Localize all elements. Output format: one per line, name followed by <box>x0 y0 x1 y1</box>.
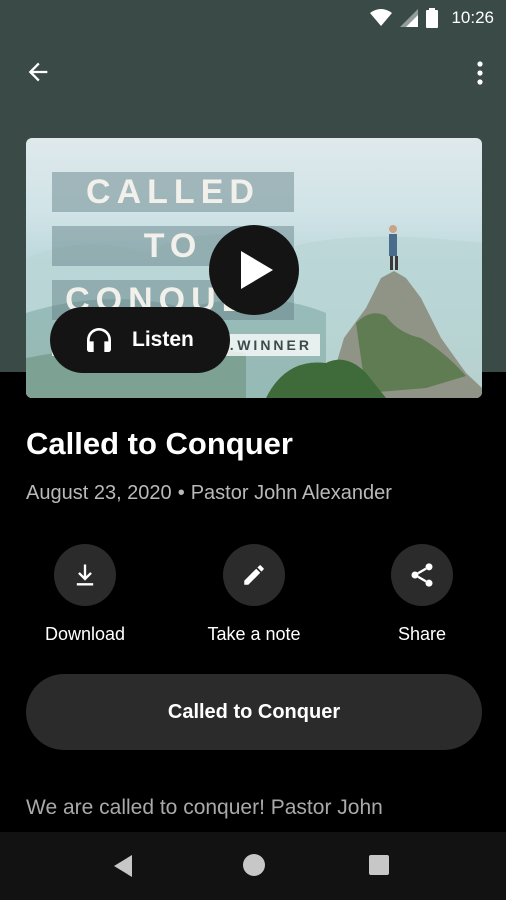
share-button[interactable] <box>391 544 453 606</box>
status-bar: 10:26 <box>0 0 506 36</box>
series-button[interactable]: Called to Conquer <box>26 674 482 750</box>
app-bar <box>0 44 506 100</box>
sermon-speaker[interactable]: Pastor John Alexander <box>191 482 392 504</box>
play-button[interactable] <box>209 225 299 315</box>
share-action[interactable]: Share <box>357 544 487 645</box>
sermon-description: We are called to conquer! Pastor John <box>26 796 383 819</box>
sermon-title: Called to Conquer <box>26 426 293 461</box>
download-action[interactable]: Download <box>20 544 150 645</box>
artwork-line-1: CALLED <box>52 172 294 212</box>
play-icon <box>241 251 273 289</box>
nav-recents-icon[interactable] <box>369 855 389 875</box>
share-label: Share <box>397 624 447 644</box>
take-note-button[interactable] <box>223 544 285 606</box>
nav-home-icon[interactable] <box>243 854 265 876</box>
arrow-back-icon <box>28 62 48 82</box>
pencil-icon <box>244 565 264 585</box>
listen-label: Listen <box>132 328 194 351</box>
signal-icon <box>400 9 418 27</box>
share-icon <box>411 563 433 587</box>
listen-button[interactable]: Listen <box>50 307 230 373</box>
status-icons <box>370 8 438 28</box>
sermon-meta: August 23, 2020 • Pastor John Alexander <box>26 482 392 505</box>
battery-icon <box>426 8 438 28</box>
system-nav-bar <box>0 832 506 900</box>
status-time: 10:26 <box>451 8 494 27</box>
more-vert-icon <box>477 61 483 85</box>
download-label: Download <box>44 624 126 644</box>
download-button[interactable] <box>54 544 116 606</box>
sermon-date: August 23, 2020 <box>26 482 172 504</box>
overflow-menu-button[interactable] <box>474 58 486 90</box>
take-note-action[interactable]: Take a note <box>189 544 319 645</box>
nav-back-icon[interactable] <box>112 854 136 878</box>
download-icon <box>76 564 94 586</box>
meta-separator: • <box>177 482 185 504</box>
back-button[interactable] <box>24 58 56 90</box>
wifi-icon <box>370 9 392 26</box>
take-note-label: Take a note <box>207 624 301 644</box>
headphones-icon <box>87 328 111 352</box>
